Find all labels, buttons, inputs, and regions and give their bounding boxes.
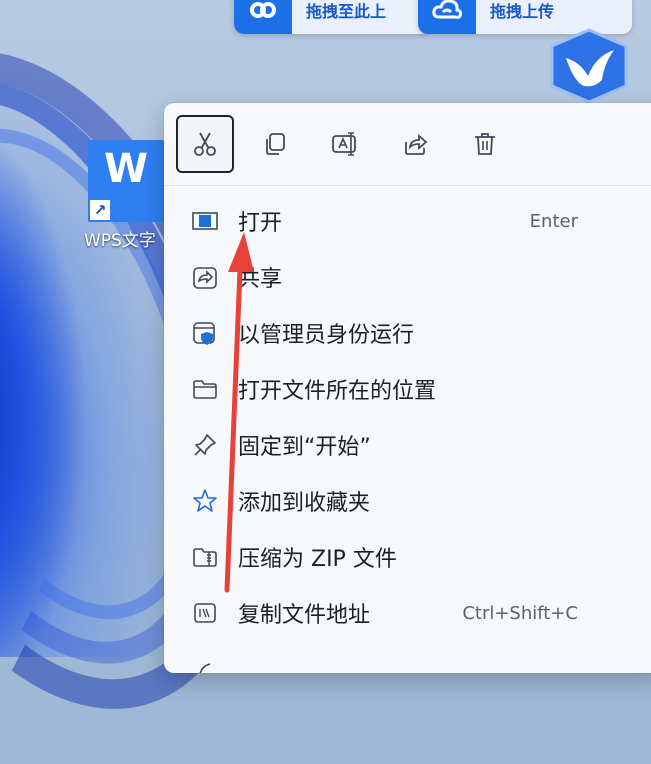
menu-item-label: 打开文件所在的位置 bbox=[238, 379, 437, 404]
drag-upload-button-1[interactable]: 拖拽至此上 bbox=[234, 0, 430, 34]
menu-item-pin-to-start[interactable]: 固定到“开始” bbox=[164, 418, 651, 472]
shortcut-arrow-icon: ↗ bbox=[90, 200, 110, 220]
menu-item-compress-zip[interactable]: 压缩为 ZIP 文件 bbox=[164, 530, 651, 584]
menu-item-shortcut: Ctrl+Shift+C bbox=[462, 602, 578, 624]
menu-item-partial[interactable] bbox=[164, 642, 651, 673]
wps-desktop-shortcut[interactable]: W ↗ WPS文字 bbox=[84, 140, 174, 251]
rename-icon bbox=[332, 132, 356, 156]
wps-word-icon: W ↗ bbox=[88, 140, 164, 222]
star-icon bbox=[190, 486, 220, 516]
menu-item-run-as-admin[interactable]: 以管理员身份运行 bbox=[164, 306, 651, 360]
drag-upload-label: 拖拽至此上 bbox=[306, 2, 387, 21]
admin-shield-icon bbox=[190, 318, 220, 348]
cloud-icon bbox=[418, 0, 476, 34]
menu-item-open[interactable]: 打开 Enter bbox=[164, 194, 651, 248]
menu-item-label: 固定到“开始” bbox=[238, 435, 371, 460]
cut-icon bbox=[194, 132, 216, 156]
menu-item-label: 添加到收藏夹 bbox=[238, 491, 371, 516]
xunlei-bird-logo[interactable] bbox=[546, 28, 632, 104]
share-icon bbox=[190, 262, 220, 292]
menu-item-copy-path[interactable]: 复制文件地址 Ctrl+Shift+C bbox=[164, 586, 651, 640]
delete-icon bbox=[475, 133, 495, 155]
context-menu: 打开 Enter 共享 以管理员身份运行 打开文件所在的位置 固定到“开始” 添… bbox=[164, 103, 651, 673]
drag-upload-label: 拖拽上传 bbox=[490, 2, 555, 21]
menu-item-open-file-location[interactable]: 打开文件所在的位置 bbox=[164, 362, 651, 416]
menu-item-label: 压缩为 ZIP 文件 bbox=[238, 547, 397, 572]
tile-letter: W bbox=[103, 146, 149, 192]
menu-item-label: 打开 bbox=[238, 211, 283, 236]
rename-button[interactable] bbox=[316, 115, 374, 173]
delete-button[interactable] bbox=[456, 115, 514, 173]
context-menu-toolbar bbox=[164, 103, 651, 186]
open-icon bbox=[190, 206, 220, 236]
link-icon bbox=[234, 0, 292, 34]
menu-item-label: 复制文件地址 bbox=[238, 603, 371, 628]
cut-button[interactable] bbox=[176, 115, 234, 173]
share-button[interactable] bbox=[386, 115, 444, 173]
copy-path-icon bbox=[190, 598, 220, 628]
menu-item-label: 共享 bbox=[238, 267, 283, 292]
zip-icon bbox=[190, 542, 220, 572]
copy-icon bbox=[266, 133, 285, 155]
share-icon bbox=[405, 134, 428, 155]
menu-item-add-to-favorites[interactable]: 添加到收藏夹 bbox=[164, 474, 651, 528]
copy-button[interactable] bbox=[246, 115, 304, 173]
menu-item-share[interactable]: 共享 bbox=[164, 250, 651, 304]
desktop-icon-label: WPS文字 bbox=[84, 231, 156, 251]
menu-item-shortcut: Enter bbox=[529, 210, 578, 232]
folder-icon bbox=[190, 374, 220, 404]
pin-icon bbox=[190, 430, 220, 460]
menu-item-label: 以管理员身份运行 bbox=[238, 323, 415, 348]
